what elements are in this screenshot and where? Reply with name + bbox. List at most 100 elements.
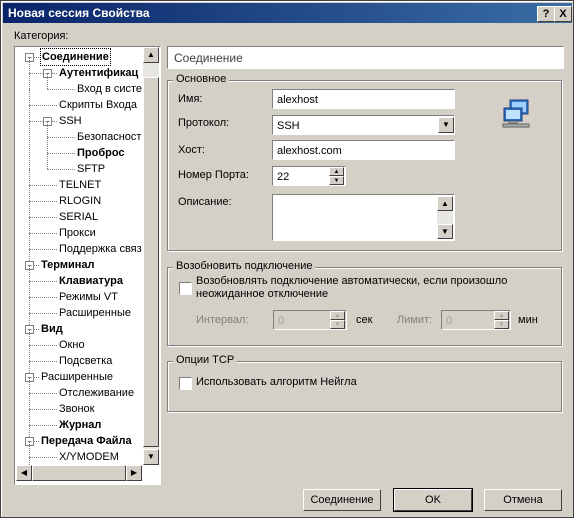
tree-connector bbox=[29, 265, 30, 281]
tree-connector bbox=[29, 105, 30, 121]
scroll-left-icon[interactable]: ◀ bbox=[16, 465, 32, 481]
category-tree[interactable]: − Соединение − Аутентификац Вход в систе Скри… bbox=[15, 47, 159, 485]
basic-group-label: Основное bbox=[173, 73, 230, 85]
tree-item[interactable]: Терминал bbox=[41, 257, 95, 273]
tree-item[interactable]: Безопасност bbox=[77, 129, 141, 145]
tree-item[interactable]: Режимы VT bbox=[59, 289, 118, 305]
tree-item[interactable]: Расширенные bbox=[41, 369, 113, 385]
tree-item[interactable]: Расширенные bbox=[59, 305, 131, 321]
tree-item[interactable]: Вид bbox=[41, 321, 63, 337]
tree-item[interactable]: TELNET bbox=[59, 177, 101, 193]
reconnect-checkbox-label-1: Возобновлять подключение автоматически, … bbox=[196, 275, 508, 287]
description-label: Описание: bbox=[178, 196, 232, 208]
tree-connector bbox=[47, 153, 48, 169]
tree-connector bbox=[29, 169, 30, 185]
scroll-down-icon[interactable]: ▼ bbox=[437, 224, 453, 239]
tree-item[interactable]: RLOGIN bbox=[59, 193, 101, 209]
chevron-down-icon[interactable]: ▼ bbox=[438, 117, 454, 133]
name-field[interactable]: alexhost bbox=[272, 89, 455, 109]
interval-label: Интервал: bbox=[196, 314, 249, 326]
scroll-up-icon[interactable]: ▲ bbox=[437, 196, 453, 211]
tree-connector bbox=[29, 57, 30, 73]
tree-item[interactable]: Скрипты Входа bbox=[59, 97, 137, 113]
tree-item[interactable]: Поддержка связ bbox=[59, 241, 142, 257]
limit-spinner[interactable]: ▲ ▼ bbox=[494, 311, 509, 329]
tree-connector bbox=[29, 201, 30, 217]
tree-connector bbox=[29, 345, 30, 361]
tree-connector bbox=[29, 297, 30, 313]
tree-connector bbox=[29, 185, 30, 201]
network-computer-icon bbox=[502, 99, 530, 128]
tree-item[interactable]: Передача Файла bbox=[41, 433, 132, 449]
tree-item[interactable]: Прокси bbox=[59, 225, 96, 241]
spin-down-icon[interactable]: ▼ bbox=[329, 176, 344, 185]
tree-item[interactable]: Подсветка bbox=[59, 353, 112, 369]
tree-item[interactable]: Отслеживание bbox=[59, 385, 134, 401]
spin-up-icon[interactable]: ▲ bbox=[330, 311, 345, 320]
tree-connector bbox=[29, 233, 30, 249]
tree-vertical-scrollbar[interactable]: ▲ ▼ bbox=[143, 47, 159, 465]
spin-up-icon[interactable]: ▲ bbox=[329, 167, 344, 176]
reconnect-checkbox-label-2: неожиданное отключение bbox=[196, 288, 329, 300]
tree-item[interactable]: Проброс bbox=[77, 145, 125, 161]
tree-horizontal-scrollbar[interactable]: ◀ ▶ bbox=[16, 465, 142, 481]
tree-item[interactable]: Соединение bbox=[40, 48, 111, 66]
interval-unit: сек bbox=[356, 314, 373, 326]
host-field[interactable]: alexhost.com bbox=[272, 140, 455, 160]
tree-connector bbox=[29, 105, 57, 106]
port-spinner[interactable]: ▲ ▼ bbox=[329, 167, 344, 185]
tree-item[interactable]: SSH bbox=[59, 113, 82, 129]
description-scrollbar[interactable]: ▲ ▼ bbox=[437, 196, 453, 239]
tree-connector bbox=[47, 137, 48, 153]
properties-dialog: Новая сессия Свойства ? X Категория: − Со… bbox=[0, 0, 574, 518]
reconnect-checkbox[interactable] bbox=[179, 282, 192, 295]
scroll-thumb[interactable] bbox=[143, 77, 159, 447]
description-field[interactable] bbox=[272, 194, 455, 241]
tree-connector bbox=[47, 73, 48, 89]
scroll-right-icon[interactable]: ▶ bbox=[126, 465, 142, 481]
close-button[interactable]: X bbox=[554, 6, 572, 22]
spin-down-icon[interactable]: ▼ bbox=[330, 320, 345, 329]
tree-item[interactable]: Звонок bbox=[59, 401, 95, 417]
spin-up-icon[interactable]: ▲ bbox=[494, 311, 509, 320]
tree-connector bbox=[29, 457, 57, 458]
reconnect-group-label: Возобновить подключение bbox=[173, 260, 316, 272]
interval-spinner[interactable]: ▲ ▼ bbox=[330, 311, 345, 329]
tree-connector bbox=[29, 281, 57, 282]
limit-unit: мин bbox=[518, 314, 538, 326]
host-label: Хост: bbox=[178, 144, 205, 156]
tree-item[interactable]: Окно bbox=[59, 337, 85, 353]
tree-connector bbox=[29, 377, 30, 393]
tree-item[interactable]: SERIAL bbox=[59, 209, 98, 225]
scroll-up-icon[interactable]: ▲ bbox=[143, 47, 159, 63]
tree-item[interactable]: Аутентификац bbox=[59, 65, 138, 81]
help-button[interactable]: ? bbox=[537, 6, 555, 22]
protocol-label: Протокол: bbox=[178, 117, 230, 129]
tree-connector bbox=[29, 297, 57, 298]
tree-connector bbox=[29, 409, 57, 410]
nagle-checkbox[interactable] bbox=[179, 377, 192, 390]
spin-down-icon[interactable]: ▼ bbox=[494, 320, 509, 329]
tree-connector bbox=[29, 409, 30, 425]
tree-item[interactable]: Журнал bbox=[59, 417, 101, 433]
nagle-label: Использовать алгоритм Нейгла bbox=[196, 376, 357, 388]
hscroll-thumb[interactable] bbox=[32, 465, 126, 481]
protocol-select[interactable]: SSH bbox=[272, 115, 455, 135]
ok-button[interactable]: OK bbox=[393, 488, 473, 512]
tree-connector bbox=[29, 249, 57, 250]
tree-connector bbox=[29, 425, 57, 426]
tree-connector bbox=[47, 169, 75, 170]
port-label: Номер Порта: bbox=[178, 169, 249, 181]
tree-connector bbox=[29, 201, 57, 202]
tree-item[interactable]: Вход в систе bbox=[77, 81, 142, 97]
title-bar[interactable]: Новая сессия Свойства ? X bbox=[3, 3, 572, 23]
tree-item[interactable]: SFTP bbox=[77, 161, 105, 177]
tree-connector bbox=[47, 89, 75, 90]
cancel-button[interactable]: Отмена bbox=[484, 489, 562, 511]
tree-item[interactable]: Клавиатура bbox=[59, 273, 123, 289]
tree-item[interactable]: X/YMODEM bbox=[59, 449, 119, 465]
scroll-down-icon[interactable]: ▼ bbox=[143, 449, 159, 465]
panel-header: Соединение bbox=[174, 51, 243, 65]
connect-button[interactable]: Соединение bbox=[303, 489, 381, 511]
tree-connector bbox=[29, 217, 30, 233]
